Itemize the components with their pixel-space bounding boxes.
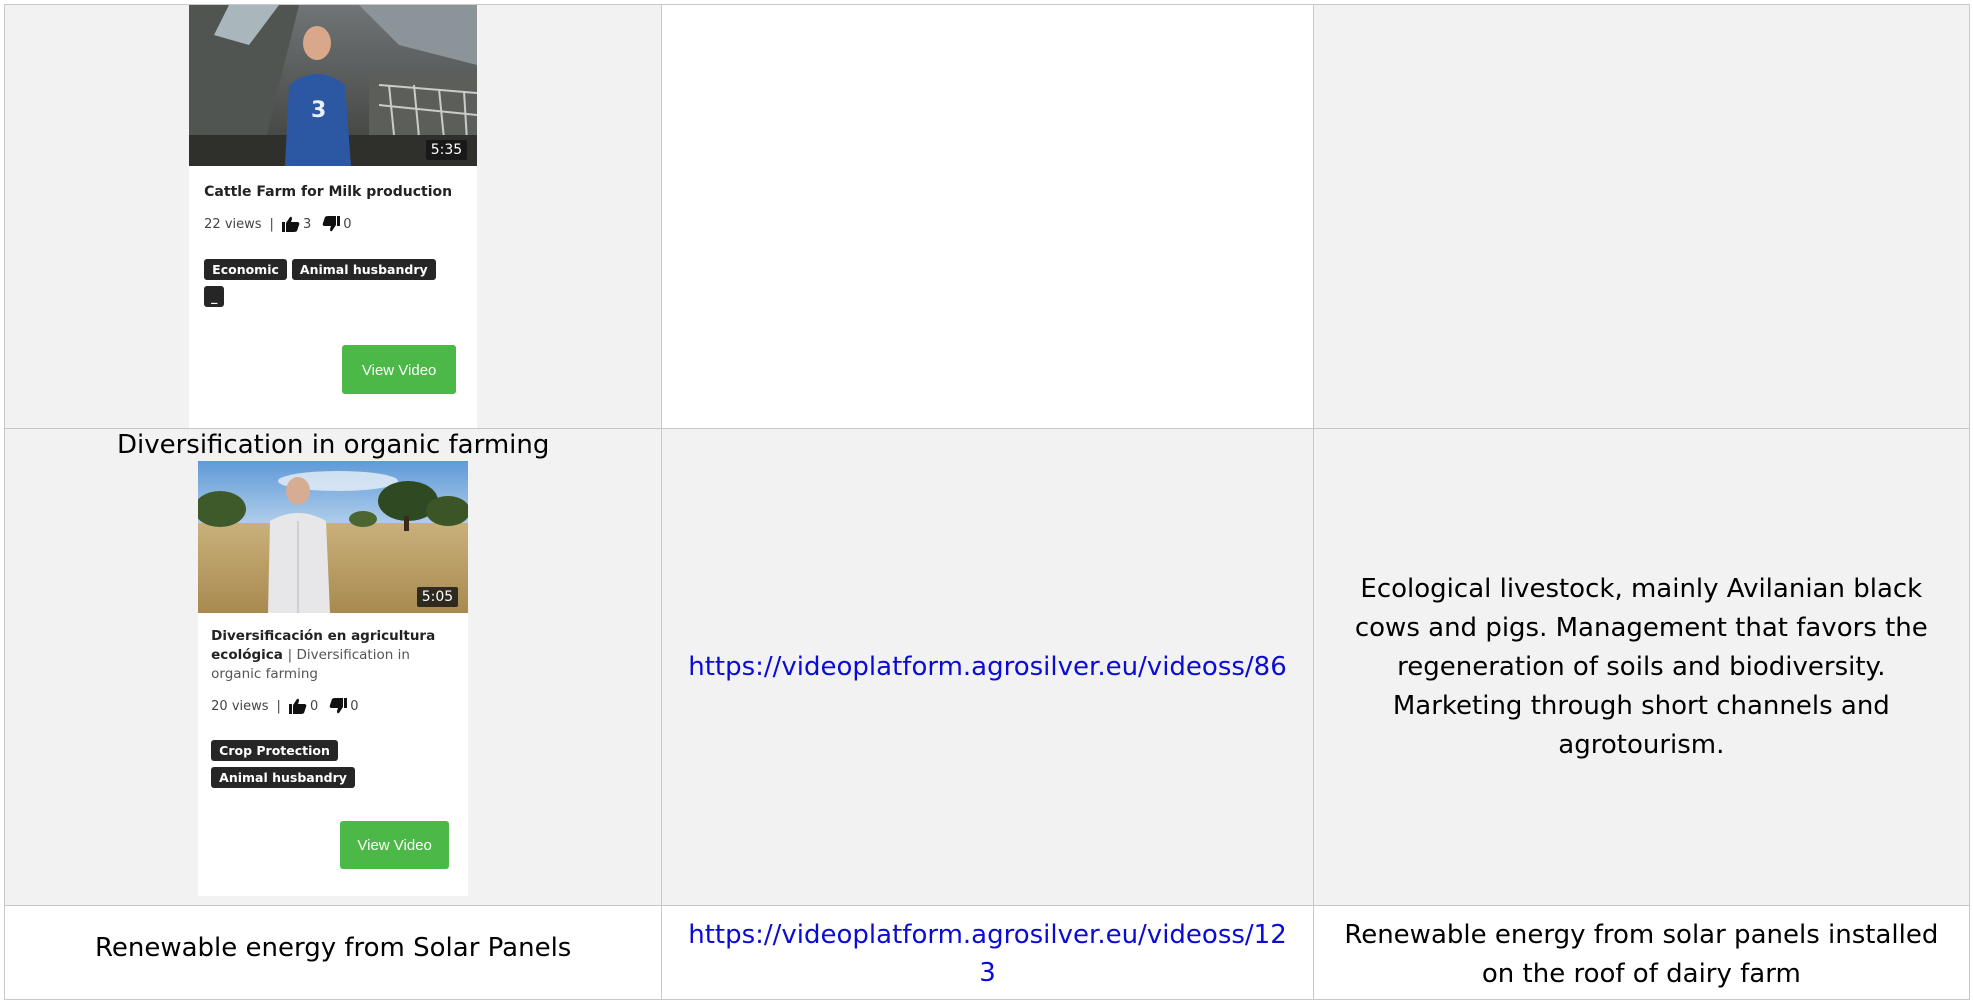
video-card: 3 5:35 Cattle Farm for Milk production 2…: [189, 5, 478, 428]
video-description: Ecological livestock, mainly Avilanian b…: [1354, 573, 1928, 760]
view-video-button[interactable]: View Video: [340, 821, 450, 869]
video-stats: 22 views | 3 0: [204, 216, 462, 232]
view-video-button[interactable]: View Video: [342, 345, 457, 394]
video-link-line2: 3: [979, 958, 996, 988]
tag-list: Crop Protection Animal husbandry: [211, 740, 411, 788]
link-cell: https://videoplatform.agrosilver.eu/vide…: [661, 905, 1314, 1000]
dislike-count: 0: [350, 698, 359, 714]
thumbs-down-icon[interactable]: [329, 698, 348, 714]
dislike-count: 0: [343, 216, 352, 232]
stats-separator: |: [276, 698, 281, 714]
tag-economic[interactable]: Economic: [204, 259, 287, 280]
like-count: 0: [309, 698, 319, 714]
table-row: Diversification in organic farming 5:05 …: [3, 428, 1971, 906]
title-cell: Renewable energy from Solar Panels: [3, 905, 663, 1000]
tag-list: Economic Animal husbandry _: [204, 259, 444, 307]
tag-animal-husbandry[interactable]: Animal husbandry: [291, 259, 436, 280]
video-card: 5:05 Diversificación en agricultura ecol…: [198, 461, 469, 896]
content-table: 3 5:35 Cattle Farm for Milk production 2…: [3, 4, 1971, 1000]
row-title: Diversification in organic farming: [116, 430, 550, 460]
video-title[interactable]: Cattle Farm for Milk production: [204, 183, 463, 202]
tag-placeholder[interactable]: _: [204, 286, 225, 307]
video-description: Renewable energy from solar panels insta…: [1344, 920, 1939, 989]
thumbs-down-icon[interactable]: [322, 216, 341, 232]
tag-crop-protection[interactable]: Crop Protection: [211, 740, 338, 761]
like-count: 3: [302, 216, 312, 232]
description-cell: Renewable energy from solar panels insta…: [1312, 905, 1971, 1000]
video-link[interactable]: https://videoplatform.agrosilver.eu/vide…: [663, 648, 1312, 686]
video-title[interactable]: Diversificación en agricultura ecológica…: [211, 627, 456, 684]
video-link-line1: https://videoplatform.agrosilver.eu/vide…: [688, 920, 1287, 950]
thumbs-up-icon[interactable]: [281, 216, 300, 232]
view-count: 22 views: [204, 216, 262, 232]
video-duration: 5:35: [425, 140, 468, 160]
link-cell: https://videoplatform.agrosilver.eu/vide…: [661, 428, 1314, 906]
video-thumbnail[interactable]: 5:05: [198, 461, 469, 613]
video-cell: 3 5:35 Cattle Farm for Milk production 2…: [3, 4, 663, 429]
video-duration: 5:05: [416, 587, 459, 607]
tag-animal-husbandry[interactable]: Animal husbandry: [211, 767, 355, 788]
video-link[interactable]: https://videoplatform.agrosilver.eu/vide…: [663, 916, 1312, 992]
thumbs-up-icon[interactable]: [288, 698, 307, 714]
video-cell: Diversification in organic farming 5:05 …: [3, 428, 663, 906]
table-row: 3 5:35 Cattle Farm for Milk production 2…: [3, 4, 1971, 429]
view-count: 20 views: [211, 698, 269, 714]
table-row: Renewable energy from Solar Panels https…: [3, 905, 1971, 1000]
link-cell: [661, 4, 1314, 429]
description-cell: [1312, 4, 1971, 429]
video-stats: 20 views | 0 0: [211, 698, 455, 714]
description-cell: Ecological livestock, mainly Avilanian b…: [1312, 428, 1971, 906]
stats-separator: |: [269, 216, 274, 232]
video-thumbnail[interactable]: 3 5:35: [189, 5, 478, 166]
row-title: Renewable energy from Solar Panels: [94, 933, 572, 963]
svg-text:3: 3: [311, 98, 326, 123]
